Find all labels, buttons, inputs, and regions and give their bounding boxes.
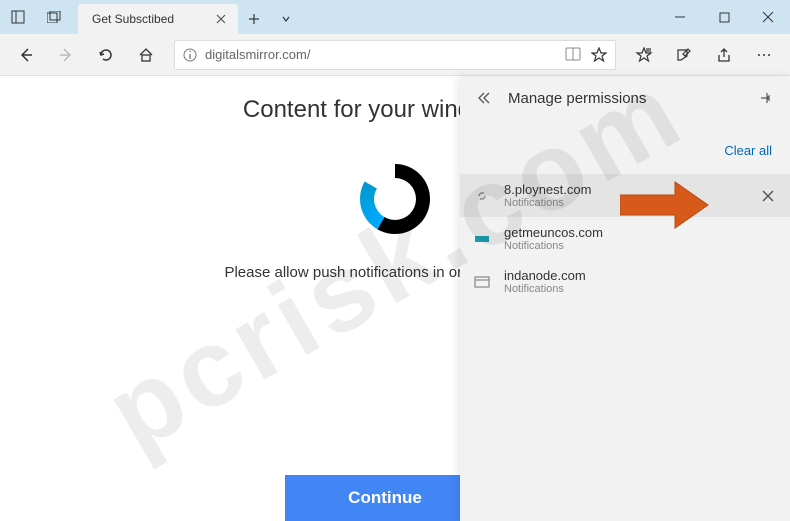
tab-close-button[interactable]: [214, 12, 228, 26]
window-icon: [472, 272, 492, 292]
share-button[interactable]: [706, 37, 742, 73]
site-icon: [472, 229, 492, 249]
permission-text: indanode.com Notifications: [504, 268, 778, 295]
window-titlebar: Get Subsctibed: [0, 0, 790, 34]
permission-sub: Notifications: [504, 283, 778, 295]
annotation-arrow-icon: [620, 180, 710, 230]
tabs-aside-button[interactable]: [36, 0, 72, 34]
new-tab-button[interactable]: [238, 4, 270, 34]
minimize-button[interactable]: [658, 0, 702, 34]
pin-button[interactable]: [754, 86, 778, 110]
link-icon: [472, 186, 492, 206]
titlebar-left: [0, 0, 72, 34]
favorites-button[interactable]: [626, 37, 662, 73]
panel-header: Manage permissions: [460, 76, 790, 120]
maximize-button[interactable]: [702, 0, 746, 34]
back-button[interactable]: [8, 37, 44, 73]
spinner-icon: [360, 164, 430, 234]
window-controls: [658, 0, 790, 34]
panel-back-button[interactable]: [472, 87, 496, 109]
notes-button[interactable]: [666, 37, 702, 73]
refresh-button[interactable]: [88, 37, 124, 73]
continue-button[interactable]: Continue: [285, 475, 485, 521]
more-button[interactable]: [746, 37, 782, 73]
forward-button[interactable]: [48, 37, 84, 73]
panel-title: Manage permissions: [508, 90, 754, 107]
close-window-button[interactable]: [746, 0, 790, 34]
permission-item[interactable]: indanode.com Notifications: [460, 260, 790, 303]
clear-all-row: Clear all: [460, 120, 790, 174]
tab-title: Get Subsctibed: [88, 12, 214, 26]
url-text: digitalsmirror.com/: [205, 47, 565, 62]
reading-view-icon[interactable]: [565, 47, 581, 63]
permission-sub: Notifications: [504, 240, 778, 252]
permissions-panel: Manage permissions Clear all 8.ploynest.…: [460, 76, 790, 521]
home-button[interactable]: [128, 37, 164, 73]
sidebar-toggle-button[interactable]: [0, 0, 36, 34]
address-bar[interactable]: digitalsmirror.com/: [174, 40, 616, 70]
remove-permission-button[interactable]: [758, 186, 778, 206]
tab-strip: Get Subsctibed: [72, 0, 302, 34]
browser-tab[interactable]: Get Subsctibed: [78, 4, 238, 34]
browser-toolbar: digitalsmirror.com/: [0, 34, 790, 76]
site-info-icon[interactable]: [183, 48, 197, 62]
tab-chevron-button[interactable]: [270, 4, 302, 34]
favorite-star-icon[interactable]: [591, 47, 607, 63]
clear-all-link[interactable]: Clear all: [724, 143, 772, 158]
permission-domain: indanode.com: [504, 268, 778, 283]
